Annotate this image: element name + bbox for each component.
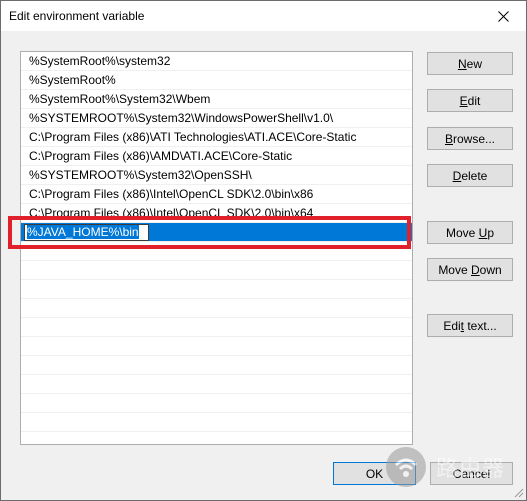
dialog-window: Edit environment variable %SystemRoot%\s… [0,0,527,501]
list-item[interactable]: %SystemRoot%\system32 [21,52,412,71]
move-down-button[interactable]: Move Down [427,258,513,281]
empty-row [21,337,412,356]
list-item[interactable]: %SystemRoot% [21,71,412,90]
list-item[interactable]: C:\Program Files (x86)\AMD\ATI.ACE\Core-… [21,147,412,166]
edit-text-button[interactable]: Edi t text... [427,314,513,337]
window-title: Edit environment variable [9,9,145,23]
empty-row [21,375,412,394]
list-item[interactable]: %SYSTEMROOT%\System32\WindowsPowerShell\… [21,109,412,128]
empty-row [21,318,412,337]
close-button[interactable] [480,1,526,31]
empty-row [21,413,412,432]
list-item[interactable]: %SYSTEMROOT%\System32\OpenSSH\ [21,166,412,185]
watermark-text: 路由器 [436,456,506,481]
empty-row [21,299,412,318]
move-up-button[interactable]: Move Up [427,221,513,244]
new-button[interactable]: New [427,52,513,75]
close-icon [497,10,509,22]
title-bar: Edit environment variable [1,1,526,31]
resize-grip-icon[interactable] [514,488,524,498]
empty-row [21,280,412,299]
router-logo-icon [386,447,426,487]
empty-row [21,261,412,280]
list-item[interactable]: C:\Program Files (x86)\ATI Technologies\… [21,128,412,147]
annotation-highlight-box [8,216,411,249]
list-item[interactable]: %SystemRoot%\System32\Wbem [21,90,412,109]
delete-button[interactable]: Delete [427,164,513,187]
watermark: 路由器 [384,441,524,493]
empty-row [21,356,412,375]
edit-button[interactable]: Edit [427,89,513,112]
empty-row [21,394,412,413]
browse-button[interactable]: Browse... [427,127,513,150]
list-item[interactable]: C:\Program Files (x86)\Intel\OpenCL SDK\… [21,185,412,204]
